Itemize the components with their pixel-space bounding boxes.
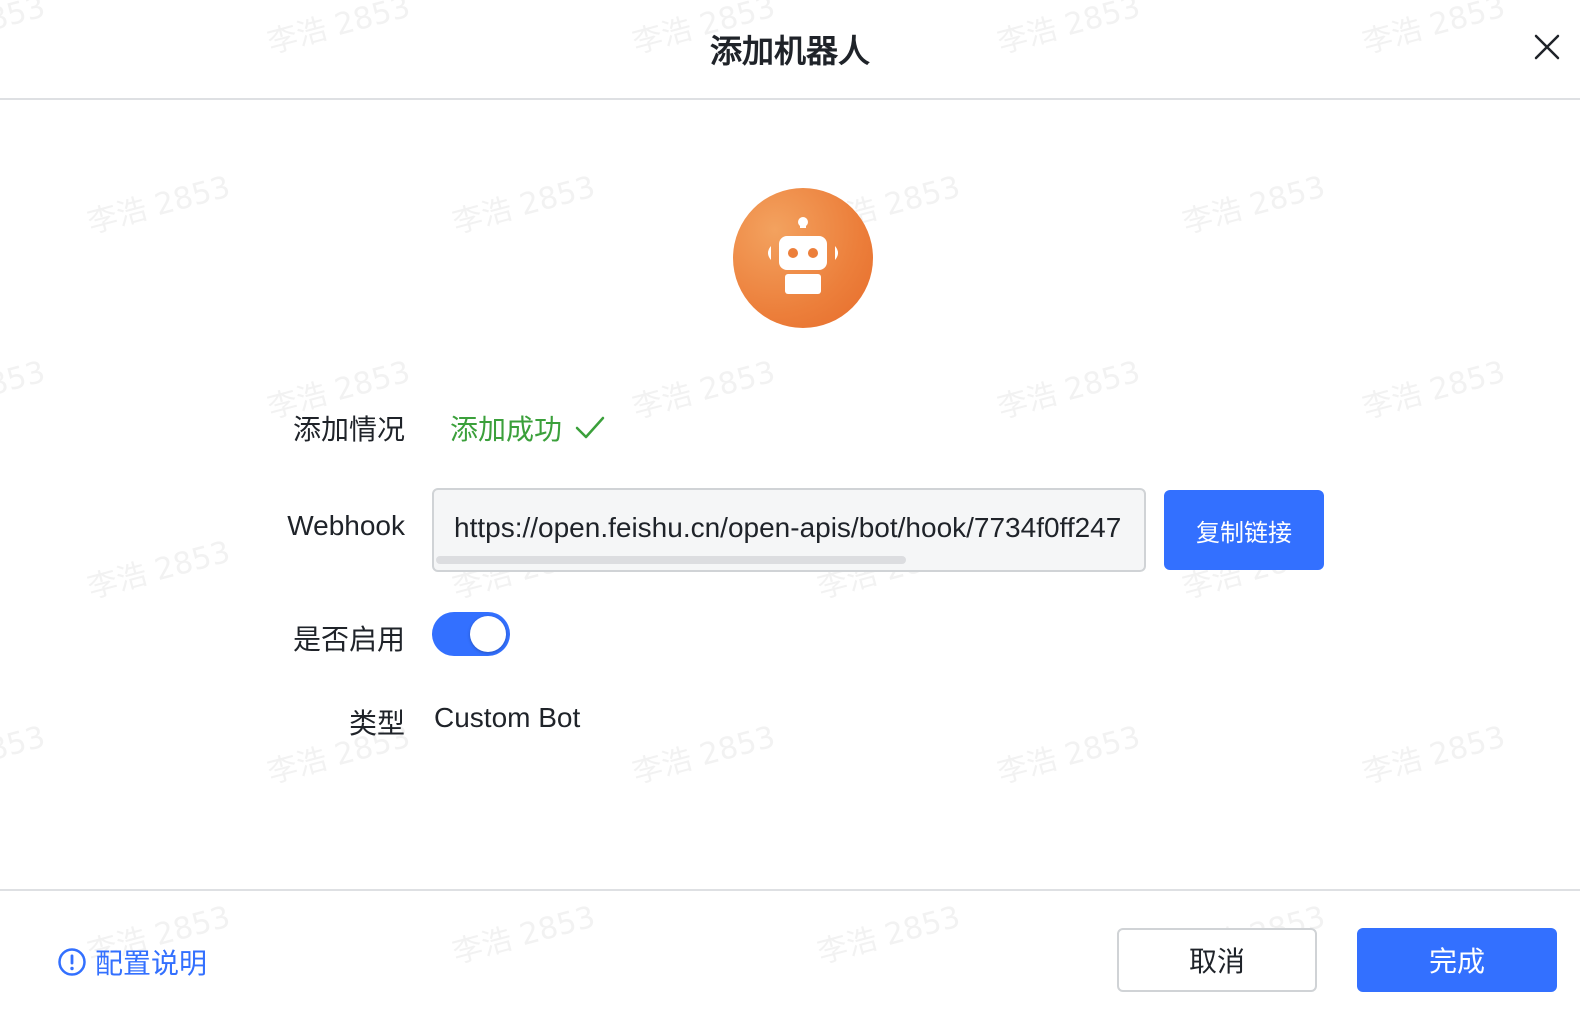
info-circle-icon — [58, 948, 86, 976]
webhook-field[interactable]: https://open.feishu.cn/open-apis/bot/hoo… — [432, 488, 1146, 572]
watermark-text: 李浩 2853 — [628, 719, 779, 792]
watermark-text: 李浩 2853 — [448, 169, 599, 242]
config-help-link[interactable]: 配置说明 — [57, 942, 207, 982]
help-link-label: 配置说明 — [95, 948, 208, 979]
bot-avatar — [733, 188, 873, 328]
type-label: 类型 — [348, 708, 405, 739]
webhook-url: https://open.feishu.cn/open-apis/bot/hoo… — [454, 512, 1122, 543]
watermark-text: 李浩 2853 — [1358, 354, 1509, 427]
copy-link-button[interactable]: 复制链接 — [1164, 490, 1324, 570]
webhook-label: Webhook — [287, 510, 405, 541]
watermark-text: 李浩 2853 — [1358, 719, 1509, 792]
status-value: 添加成功 — [450, 408, 606, 448]
enabled-label: 是否启用 — [292, 624, 405, 655]
watermark-text: 李浩 2853 — [83, 169, 234, 242]
watermark-text: 李浩 2853 — [0, 354, 49, 427]
done-button[interactable]: 完成 — [1357, 928, 1557, 992]
watermark-text: 李浩 2853 — [993, 719, 1144, 792]
watermark-text: 李浩 2853 — [0, 719, 49, 792]
close-button[interactable] — [1530, 30, 1564, 64]
enabled-toggle[interactable] — [432, 612, 510, 656]
close-icon — [1534, 34, 1560, 60]
dialog-title: 添加机器人 — [709, 33, 870, 69]
dialog-header: 添加机器人 — [0, 0, 1580, 100]
status-label: 添加情况 — [292, 414, 405, 445]
status-text: 添加成功 — [450, 414, 563, 445]
watermark-text: 李浩 2853 — [813, 899, 964, 972]
checkmark-icon — [575, 416, 605, 439]
watermark-text: 李浩 2853 — [1178, 169, 1329, 242]
footer-divider — [0, 889, 1580, 891]
type-value: Custom Bot — [434, 702, 581, 733]
watermark-text: 李浩 2853 — [448, 899, 599, 972]
watermark-text: 李浩 2853 — [993, 354, 1144, 427]
add-bot-dialog: 李浩 2853 李浩 2853 李浩 2853 李浩 2853 李浩 2853 李浩 28… — [0, 0, 1580, 1016]
webhook-scrollbar[interactable] — [436, 556, 906, 564]
watermark-text: 李浩 2853 — [628, 354, 779, 427]
cancel-button[interactable]: 取消 — [1117, 928, 1317, 992]
toggle-knob — [470, 616, 506, 652]
robot-icon — [768, 217, 838, 294]
